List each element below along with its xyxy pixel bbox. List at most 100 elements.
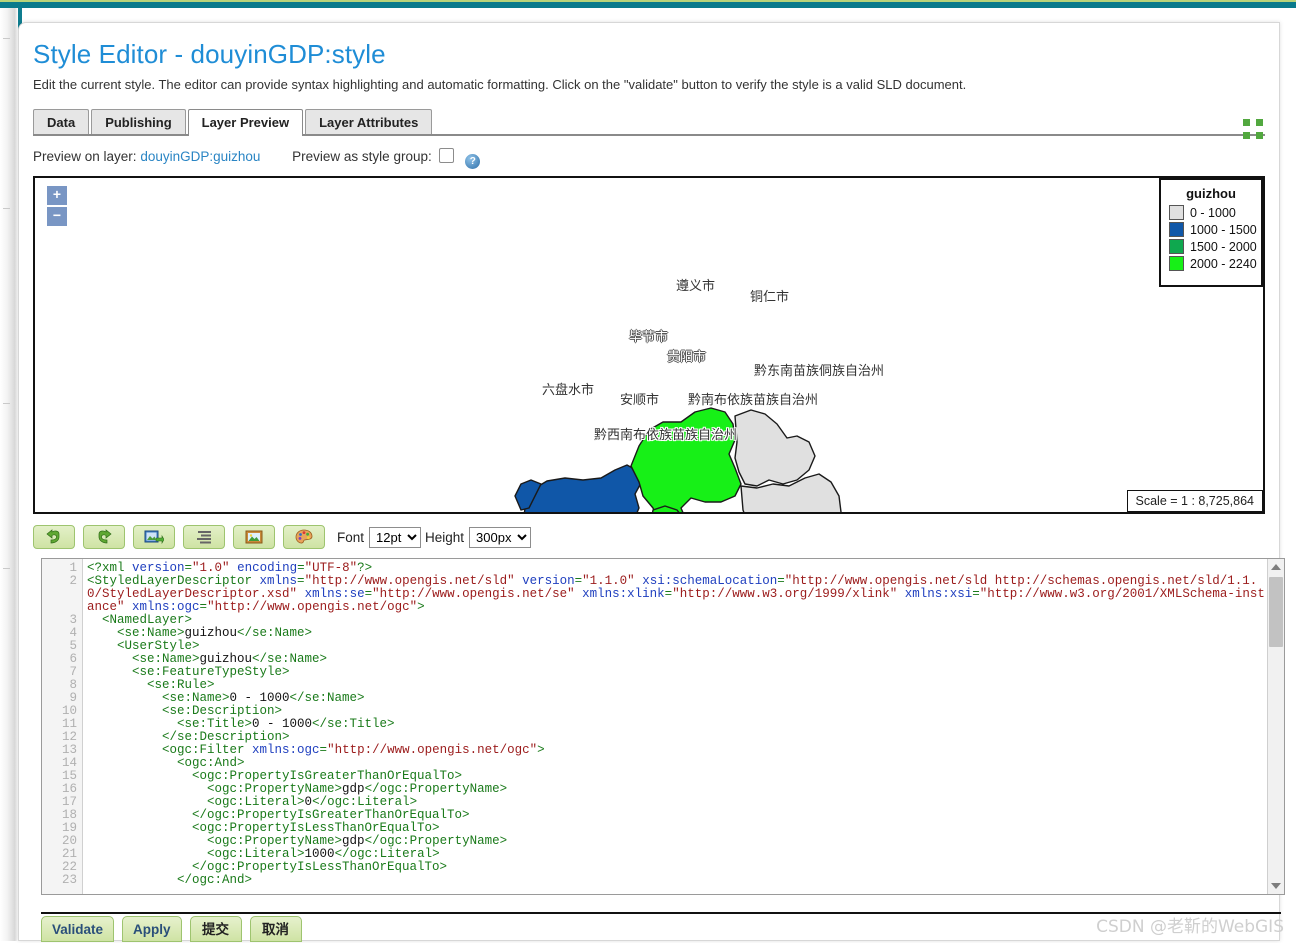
left-gutter-shadow bbox=[0, 8, 18, 941]
line-number: 23 bbox=[61, 873, 77, 887]
code-token: </ogc:Literal> bbox=[312, 795, 418, 809]
code-token: = bbox=[364, 587, 373, 601]
map-region-label: 黔西南布依族苗族自治州 bbox=[594, 428, 738, 443]
scrollbar-thumb[interactable] bbox=[1269, 577, 1283, 647]
code-token: "http://www.w3.org/1999/xlink" bbox=[672, 587, 898, 601]
code-token: xmlns:ogc bbox=[132, 600, 200, 614]
style-editor-card: Style Editor - douyinGDP:style Edit the … bbox=[18, 22, 1285, 942]
code-token: </ogc:And> bbox=[87, 873, 253, 887]
code-token: = bbox=[297, 574, 305, 588]
code-token: <se:Name> bbox=[87, 691, 230, 705]
font-size-select[interactable]: 12pt bbox=[369, 526, 422, 548]
top-accent-band bbox=[0, 0, 1296, 8]
map-region-label: 铜仁市 bbox=[750, 290, 790, 305]
legend-entry: 1500 - 2000 bbox=[1169, 239, 1257, 254]
code-token: <UserStyle> bbox=[87, 639, 200, 653]
legend-entry: 2000 - 2240 bbox=[1169, 256, 1257, 271]
insert-image-button[interactable] bbox=[133, 525, 175, 549]
code-token: > bbox=[417, 600, 425, 614]
tab-layer-preview[interactable]: Layer Preview bbox=[187, 109, 304, 136]
height-label: Height bbox=[425, 529, 465, 545]
map-scale-readout: Scale = 1 : 8,725,864 bbox=[1126, 490, 1263, 512]
code-token: </se:Name> bbox=[237, 626, 313, 640]
map-canvas[interactable]: 遵义市 铜仁市 毕节市 贵阳市 黔东南苗族侗族自治州 六盘水市 安顺市 黔南布依族苗族自治州黔… bbox=[35, 178, 1263, 512]
tab-layer-attributes[interactable]: Layer Attributes bbox=[305, 109, 433, 134]
footer-button-validate[interactable]: Validate bbox=[41, 916, 115, 942]
legend-label: 0 - 1000 bbox=[1190, 205, 1236, 220]
scroll-down-arrow[interactable] bbox=[1268, 878, 1284, 894]
code-token: </ogc:Literal> bbox=[334, 847, 440, 861]
legend-swatch bbox=[1169, 256, 1184, 271]
map-region-label: 贵阳市 bbox=[667, 350, 707, 365]
layer-preview-map[interactable]: + − 遵义市 铜仁市 毕节市 贵阳市 黔东南苗族侗族自治州 六盘水市 安顺市 … bbox=[33, 176, 1265, 514]
code-line: <se:Name>guizhou</se:Name> bbox=[87, 627, 1267, 640]
code-token: 0 bbox=[304, 795, 313, 809]
guizhou-map-svg bbox=[514, 407, 842, 512]
code-token: </ogc:PropertyIsLessThanOrEqualTo> bbox=[87, 860, 448, 874]
code-token: 0 - 1000 bbox=[229, 691, 290, 705]
line-number: 2 bbox=[69, 574, 77, 588]
code-token: "http://www.opengis.net/ogc" bbox=[327, 743, 538, 757]
preview-as-style-group-checkbox[interactable] bbox=[439, 148, 455, 163]
sld-code-editor[interactable]: 1 2 3 4 5 6 7 8 9 10 11 12 13 14 15 16 17 18 19 20 21 22 23 <?… bbox=[41, 558, 1285, 895]
code-token: <ogc:And> bbox=[87, 756, 245, 770]
footer-button-apply[interactable]: Apply bbox=[122, 916, 182, 942]
insert-image-icon bbox=[144, 530, 164, 545]
picture-button[interactable] bbox=[233, 525, 275, 549]
legend-swatch bbox=[1169, 239, 1184, 254]
code-token: </ogc:PropertyIsGreaterThanOrEqualTo> bbox=[87, 808, 470, 822]
code-token: <NamedLayer> bbox=[87, 613, 193, 627]
map-zoom-controls[interactable]: + − bbox=[47, 186, 67, 228]
help-icon[interactable]: ? bbox=[465, 154, 481, 169]
zoom-in-button[interactable]: + bbox=[47, 186, 67, 205]
tab-data[interactable]: Data bbox=[33, 109, 90, 134]
preview-on-layer-label: Preview on layer: bbox=[33, 149, 137, 164]
code-token: xmlns:xlink bbox=[582, 587, 665, 601]
map-region-label: 黔东南苗族侗族自治州 bbox=[754, 364, 885, 379]
code-token: xmlns:se bbox=[304, 587, 365, 601]
undo-button[interactable] bbox=[33, 525, 75, 549]
format-indent-icon bbox=[197, 531, 211, 544]
editor-toolbar: Font 12pt Height 300px bbox=[33, 524, 1279, 550]
code-token: gdp bbox=[342, 834, 365, 848]
footer-button-cn-3[interactable]: 取消 bbox=[249, 916, 302, 942]
code-token: <se:Name> bbox=[87, 652, 200, 666]
code-token: <se:Name> bbox=[87, 626, 185, 640]
code-token: encoding bbox=[237, 561, 298, 575]
code-line: <StyledLayerDescriptor xmlns="http://www… bbox=[87, 575, 1267, 614]
code-line: <ogc:Filter xmlns:ogc="http://www.opengi… bbox=[87, 744, 1267, 757]
map-region-label: 遵义市 bbox=[676, 279, 716, 294]
footer-button-bar: Validate Apply 提交 取消 bbox=[41, 916, 310, 942]
code-line: <se:FeatureTypeStyle> bbox=[87, 666, 1267, 679]
code-token: version bbox=[132, 561, 185, 575]
fullscreen-expand-icon[interactable] bbox=[1243, 119, 1263, 139]
redo-button[interactable] bbox=[83, 525, 125, 549]
code-token: "UTF-8" bbox=[304, 561, 358, 575]
page-title: Style Editor - douyinGDP:style bbox=[33, 39, 386, 69]
color-palette-button[interactable] bbox=[283, 525, 325, 549]
zoom-out-button[interactable]: − bbox=[47, 207, 67, 226]
format-indent-button[interactable] bbox=[183, 525, 225, 549]
code-token: ?> bbox=[357, 561, 373, 575]
preview-layer-link[interactable]: douyinGDP:guizhou bbox=[140, 149, 260, 164]
tab-publishing[interactable]: Publishing bbox=[91, 109, 186, 134]
code-token: </se:Description> bbox=[87, 730, 290, 744]
code-content[interactable]: <?xml version="1.0" encoding="UTF-8"?> <S… bbox=[83, 559, 1267, 894]
code-token: guizhou bbox=[184, 626, 238, 640]
code-vertical-scrollbar[interactable] bbox=[1267, 559, 1284, 894]
footer-button-cn-2[interactable]: 提交 bbox=[189, 916, 242, 942]
watermark: CSDN @老靳的WebGIS bbox=[1096, 917, 1284, 937]
code-token: version bbox=[522, 574, 575, 588]
code-token: guizhou bbox=[199, 652, 253, 666]
editor-height-select[interactable]: 300px bbox=[469, 526, 532, 548]
code-token: <ogc:PropertyIsLessThanOrEqualTo> bbox=[87, 821, 440, 835]
code-token: <ogc:Filter bbox=[87, 743, 253, 757]
scroll-up-arrow[interactable] bbox=[1268, 559, 1284, 575]
map-region-label: 毕节市 bbox=[629, 330, 669, 345]
legend-label: 1500 - 2000 bbox=[1190, 239, 1257, 254]
line-number-gutter: 1 2 3 4 5 6 7 8 9 10 11 12 13 14 15 16 17 18 19 20 21 22 23 bbox=[42, 559, 83, 894]
